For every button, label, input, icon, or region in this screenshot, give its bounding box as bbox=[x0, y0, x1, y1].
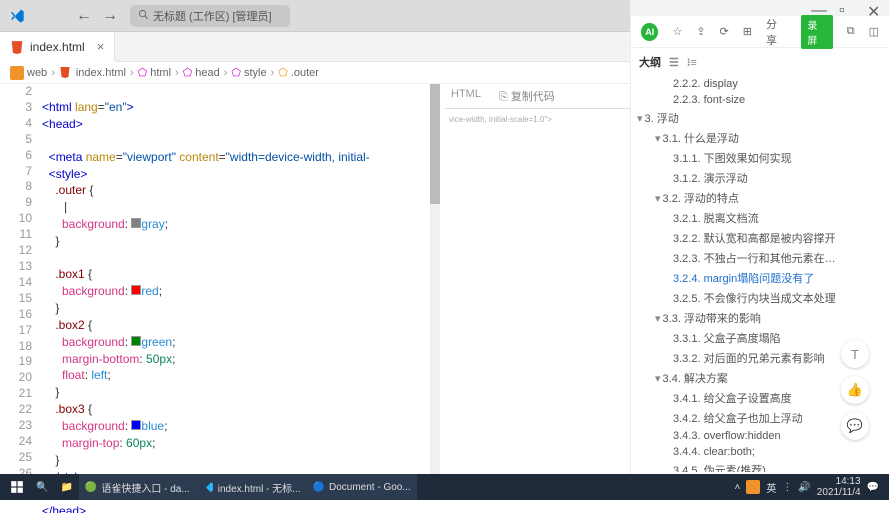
tray-up-icon[interactable]: ˄ bbox=[735, 482, 741, 493]
outline-item[interactable]: 3.4.4. clear:both; bbox=[637, 444, 883, 460]
notifications-icon[interactable]: 💬 bbox=[867, 482, 879, 493]
browser-close-icon[interactable]: ✕ bbox=[867, 2, 879, 14]
symbol-icon: ⬠ bbox=[183, 66, 193, 79]
browser-toolbar: AI ☆ ⇪ ⟳ ⊞ 分享 录屏 ⧉ ◫ bbox=[631, 16, 889, 48]
copy-icon[interactable]: ⧉ bbox=[847, 25, 855, 38]
browser-max-icon[interactable]: ▫ bbox=[839, 2, 851, 14]
outline-item[interactable]: 3.2.1. 脱离文档流 bbox=[637, 208, 883, 228]
ai-badge-icon[interactable]: AI bbox=[641, 23, 658, 41]
preview-code: vice-width, initial-scale=1.0"> bbox=[445, 109, 630, 130]
floating-actions: T 👍 💬 bbox=[841, 340, 869, 440]
system-tray: ˄ 英 ⋮ 🔊 14:132021/11/4 💬 bbox=[735, 476, 886, 498]
bookmark-icon[interactable]: ⟳ bbox=[720, 25, 729, 38]
browser-chrome: — ▫ ✕ bbox=[630, 0, 889, 16]
symbol-icon: ⬠ bbox=[278, 66, 288, 79]
record-button[interactable]: 录屏 bbox=[801, 15, 832, 49]
bc-style[interactable]: ⬠style bbox=[231, 66, 266, 79]
preview-tab-html[interactable]: HTML bbox=[451, 88, 481, 104]
outline-item[interactable]: 2.2.3. font-size bbox=[637, 92, 883, 108]
outline-title: 大纲 bbox=[639, 54, 661, 70]
outline-item[interactable]: ▾3. 浮动 bbox=[637, 108, 883, 128]
task-yuque[interactable]: 🟢语雀快捷入口 - da... bbox=[79, 474, 196, 500]
outline-item[interactable]: 3.1.2. 演示浮动 bbox=[637, 168, 883, 188]
font-size-button[interactable]: T bbox=[841, 340, 869, 368]
share-button[interactable]: 分享 bbox=[766, 16, 787, 48]
ime-icon[interactable] bbox=[746, 480, 760, 494]
line-gutter: 2345678910111213141516171819202122232425… bbox=[0, 84, 42, 474]
bc-outer[interactable]: ⬠.outer bbox=[278, 66, 319, 79]
bc-head[interactable]: ⬠head bbox=[183, 66, 220, 79]
tray-wifi-icon[interactable]: ⋮ bbox=[782, 482, 792, 493]
tab-label: index.html bbox=[30, 40, 85, 54]
preview-copy-code[interactable]: ⎘ 复制代码 bbox=[499, 88, 555, 104]
outline-item[interactable]: 2.2.2. display bbox=[637, 76, 883, 92]
preview-tabs: HTML ⎘ 复制代码 bbox=[445, 84, 630, 109]
outline-item[interactable]: ▾3.2. 浮动的特点 bbox=[637, 188, 883, 208]
task-vscode[interactable]: index.html - 无标... bbox=[196, 474, 307, 500]
like-button[interactable]: 👍 bbox=[841, 376, 869, 404]
scroll-thumb[interactable] bbox=[430, 84, 440, 204]
outline-settings-icon[interactable]: ⁝≡ bbox=[687, 56, 697, 69]
symbol-icon: ⬠ bbox=[231, 66, 241, 79]
preview-panel: HTML ⎘ 复制代码 vice-width, initial-scale=1.… bbox=[445, 84, 630, 130]
tab-close-icon[interactable]: × bbox=[97, 39, 105, 54]
symbol-icon: ⬠ bbox=[138, 66, 148, 79]
star-icon[interactable]: ☆ bbox=[672, 25, 682, 38]
outline-item[interactable]: ▾3.3. 浮动带来的影响 bbox=[637, 308, 883, 328]
outline-item[interactable]: 3.2.5. 不会像行内块当成文本处理 bbox=[637, 288, 883, 308]
outline-item[interactable]: ▾3.1. 什么是浮动 bbox=[637, 128, 883, 148]
task-explorer[interactable]: 📁 bbox=[54, 474, 78, 500]
bc-file[interactable]: index.html bbox=[59, 66, 126, 80]
html-file-icon bbox=[10, 40, 24, 54]
share-node-icon[interactable]: ⇪ bbox=[696, 25, 705, 38]
html-file-icon bbox=[59, 66, 73, 80]
task-search[interactable]: 🔍 bbox=[30, 474, 54, 500]
search-icon bbox=[138, 9, 149, 23]
comment-button[interactable]: 💬 bbox=[841, 412, 869, 440]
outline-item[interactable]: 3.4.5. 伪元素(推荐) bbox=[637, 460, 883, 472]
browser-min-icon[interactable]: — bbox=[811, 2, 823, 14]
outline-item[interactable]: 3.2.3. 不独占一行和其他元素在… bbox=[637, 248, 883, 268]
task-chrome[interactable]: 🔵Document - Goo... bbox=[307, 474, 417, 500]
outline-item[interactable]: 3.2.2. 默认宽和高都是被内容撑开 bbox=[637, 228, 883, 248]
tab-index-html[interactable]: index.html × bbox=[0, 32, 115, 62]
windows-taskbar: 🔍 📁 🟢语雀快捷入口 - da... index.html - 无标... 🔵… bbox=[0, 474, 889, 500]
clock[interactable]: 14:132021/11/4 bbox=[817, 476, 861, 498]
code-content[interactable]: <html lang="en"> <head> <meta name="view… bbox=[42, 84, 437, 474]
outline-item[interactable]: 3.2.4. margin塌陷问题没有了 bbox=[637, 268, 883, 288]
bc-web[interactable]: web bbox=[10, 66, 47, 80]
outline-item[interactable]: 3.1.1. 下图效果如何实现 bbox=[637, 148, 883, 168]
search-text: 无标题 (工作区) [管理员] bbox=[153, 8, 272, 24]
outline-view-icon[interactable]: ☰ bbox=[669, 56, 679, 69]
outline-header: 大纲 ☰ ⁝≡ bbox=[631, 48, 889, 76]
tray-sound-icon[interactable]: 🔊 bbox=[798, 482, 810, 493]
bc-html[interactable]: ⬠html bbox=[138, 66, 171, 79]
sidebar-toggle-icon[interactable]: ◫ bbox=[869, 25, 879, 38]
ime-label[interactable]: 英 bbox=[766, 480, 776, 495]
editor-scrollbar[interactable] bbox=[430, 84, 440, 474]
grid-icon[interactable]: ⊞ bbox=[743, 25, 752, 38]
start-button[interactable] bbox=[4, 474, 30, 500]
nav-back-icon[interactable]: ← bbox=[72, 4, 96, 28]
command-search[interactable]: 无标题 (工作区) [管理员] bbox=[130, 5, 290, 27]
vscode-logo-icon bbox=[6, 5, 28, 27]
nav-forward-icon[interactable]: → bbox=[98, 4, 122, 28]
folder-icon bbox=[10, 66, 24, 80]
